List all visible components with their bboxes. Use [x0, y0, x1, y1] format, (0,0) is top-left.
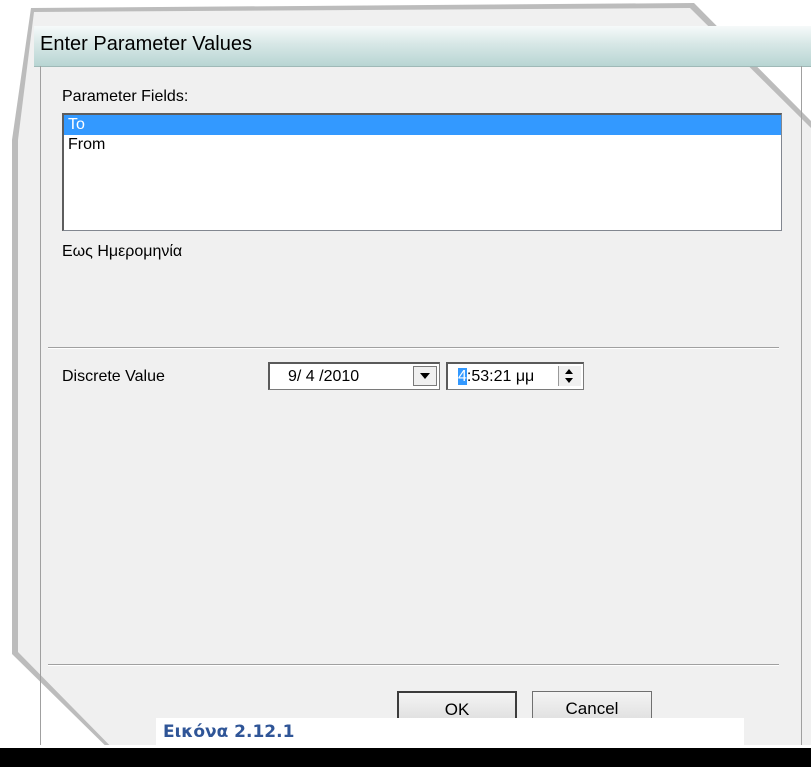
window-title: Enter Parameter Values	[40, 33, 252, 55]
divider	[48, 347, 779, 349]
parameter-description: Εως Ημερομηνία	[62, 243, 183, 260]
discrete-value-label: Discrete Value	[62, 368, 165, 385]
chevron-down-icon[interactable]	[413, 366, 437, 386]
date-picker[interactable]: 9/ 4 /2010	[268, 362, 440, 390]
parameter-fields-label: Parameter Fields:	[62, 88, 189, 105]
spin-up-icon[interactable]	[565, 369, 573, 374]
time-spinner[interactable]	[558, 366, 581, 386]
list-item-from[interactable]: From	[64, 135, 781, 155]
time-picker[interactable]: 4:53:21 μμ	[446, 362, 584, 390]
time-hour-field[interactable]: 4	[458, 368, 467, 385]
time-remainder: :53:21 μμ	[466, 368, 535, 385]
parameter-fields-listbox[interactable]: To From	[62, 113, 782, 231]
button-divider	[48, 664, 779, 666]
time-value: 4:53:21 μμ	[458, 368, 534, 386]
spin-down-icon[interactable]	[565, 378, 573, 383]
figure-caption: Εικόνα 2.12.1	[163, 722, 295, 742]
date-value: 9/ 4 /2010	[288, 368, 360, 385]
list-item-to[interactable]: To	[64, 115, 781, 135]
